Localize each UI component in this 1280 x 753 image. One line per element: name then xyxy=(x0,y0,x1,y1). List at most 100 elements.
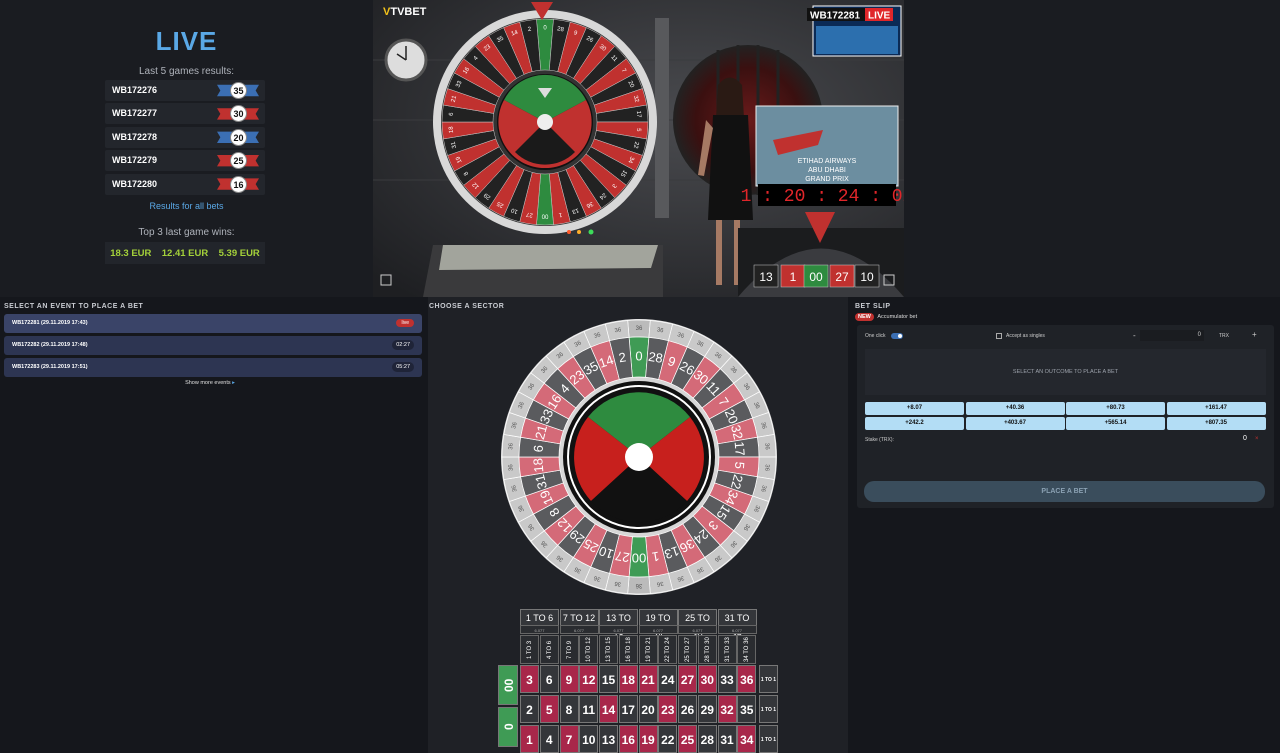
split-bet-cell[interactable]: 22 TO 24 xyxy=(658,635,678,664)
column-bet-cell[interactable]: 1 TO 1 xyxy=(759,665,778,693)
event-row[interactable]: WB172282 (29.11.2019 17:48) 02:27 xyxy=(4,336,422,355)
results-all-bets-link[interactable]: Results for all bets xyxy=(0,201,373,211)
split-bet-cell[interactable]: 25 TO 27 xyxy=(678,635,697,664)
show-more-events-link[interactable]: Show more events ▸ xyxy=(0,380,420,386)
quick-stake-button[interactable]: +80.73 xyxy=(1066,402,1165,415)
quick-stake-button[interactable]: +161.47 xyxy=(1166,402,1266,415)
quick-stake-button[interactable]: +40.36 xyxy=(965,402,1065,415)
quick-stake-button[interactable]: +565.14 xyxy=(1066,416,1165,430)
betslip-title: BET SLIP xyxy=(855,303,891,310)
dozen-odds-label: 6.077 xyxy=(638,625,678,634)
number-bet-cell[interactable]: 14 xyxy=(599,695,618,723)
plus-button[interactable]: + xyxy=(1252,330,1257,339)
number-bet-cell[interactable]: 3 xyxy=(520,665,539,693)
number-bet-cell[interactable]: 28 xyxy=(697,725,717,753)
split-bet-cell[interactable]: 16 TO 18 xyxy=(618,635,638,664)
number-bet-cell[interactable]: 15 xyxy=(599,665,618,693)
split-bet-cell[interactable]: 28 TO 30 xyxy=(697,635,717,664)
win-amount: 5.39 EUR xyxy=(218,247,260,259)
sector-number-label: 00 xyxy=(632,551,646,566)
number-bet-cell[interactable]: 33 xyxy=(717,665,737,693)
sector-odds-label: 36 xyxy=(508,442,515,450)
number-bet-cell[interactable]: 17 xyxy=(618,695,638,723)
number-bet-cell[interactable]: 26 xyxy=(678,695,697,723)
zero-bet-cell[interactable]: 0 xyxy=(498,707,518,747)
number-bet-cell[interactable]: 9 xyxy=(559,665,579,693)
split-bet-cell[interactable]: 34 TO 36 xyxy=(737,635,757,664)
close-icon[interactable]: × xyxy=(1255,436,1259,442)
number-bet-cell[interactable]: 20 xyxy=(638,695,658,723)
dozen-bet-cell[interactable]: 7 TO 12 xyxy=(559,609,599,626)
number-bet-cell[interactable]: 34 xyxy=(737,725,757,753)
number-bet-cell[interactable]: 13 xyxy=(599,725,618,753)
sector-panel: CHOOSE A SECTOR 36 36 36 36 36 36 36 36 36 36 36 36… xyxy=(428,297,848,753)
number-bet-cell[interactable]: 23 xyxy=(658,695,678,723)
quick-stake-button[interactable]: +403.67 xyxy=(965,416,1065,430)
split-bet-cell[interactable]: 13 TO 15 xyxy=(599,635,618,664)
event-row[interactable]: WB172283 (29.11.2019 17:51) 05:27 xyxy=(4,358,422,377)
split-bet-cell[interactable]: 7 TO 9 xyxy=(559,635,579,664)
number-bet-cell[interactable]: 4 xyxy=(539,725,559,753)
tvbet-logo: VTVBET xyxy=(383,6,426,18)
number-bet-cell[interactable]: 16 xyxy=(618,725,638,753)
result-game-id: WB172279 xyxy=(112,155,158,166)
quick-stake-button[interactable]: +242.2 xyxy=(865,416,964,430)
svg-text:WB172281: WB172281 xyxy=(810,11,860,22)
minus-button[interactable]: - xyxy=(1133,331,1136,340)
closeup-number: 00 xyxy=(809,270,823,284)
split-bet-cell[interactable]: 4 TO 6 xyxy=(539,635,559,664)
svg-text:LIVE: LIVE xyxy=(868,11,891,22)
split-bet-cell[interactable]: 10 TO 12 xyxy=(579,635,599,664)
number-bet-cell[interactable]: 35 xyxy=(737,695,757,723)
number-bet-cell[interactable]: 12 xyxy=(579,665,599,693)
quick-stake-button[interactable]: +807.35 xyxy=(1166,416,1266,430)
number-bet-cell[interactable]: 21 xyxy=(638,665,658,693)
place-bet-button[interactable]: PLACE A BET xyxy=(864,481,1265,502)
number-bet-cell[interactable]: 8 xyxy=(559,695,579,723)
number-bet-cell[interactable]: 31 xyxy=(717,725,737,753)
result-row: WB172279 25 xyxy=(105,150,265,172)
live-video-stream[interactable]: 0 28 9 26 30 11 7 20 32 17 5 22 34 15 3 24 36 13 1 00 27 10 25… xyxy=(373,0,904,297)
number-bet-cell[interactable]: 5 xyxy=(539,695,559,723)
dozen-bet-cell[interactable]: 19 TO 24 xyxy=(638,609,678,640)
dozen-bet-cell[interactable]: 25 TO 30 xyxy=(678,609,717,640)
closeup-number: 10 xyxy=(860,270,874,284)
number-bet-cell[interactable]: 1 xyxy=(520,725,539,753)
split-bet-cell[interactable]: 1 TO 3 xyxy=(520,635,539,664)
accept-singles-checkbox[interactable] xyxy=(996,333,1002,339)
column-bet-cell[interactable]: 1 TO 1 xyxy=(759,725,778,753)
dozen-bet-cell[interactable]: 31 TO 36 xyxy=(717,609,757,640)
one-click-toggle[interactable] xyxy=(891,333,903,339)
split-bet-cell[interactable]: 31 TO 33 xyxy=(717,635,737,664)
number-bet-cell[interactable]: 22 xyxy=(658,725,678,753)
quick-stake-button[interactable]: +8.07 xyxy=(865,402,964,415)
number-bet-cell[interactable]: 10 xyxy=(579,725,599,753)
number-bet-cell[interactable]: 2 xyxy=(520,695,539,723)
number-bet-cell[interactable]: 30 xyxy=(697,665,717,693)
number-bet-cell[interactable]: 29 xyxy=(697,695,717,723)
event-name: WB172281 (29.11.2019 17:43) xyxy=(12,320,88,326)
dozen-bet-cell[interactable]: 1 TO 6 xyxy=(520,609,559,626)
dozen-odds-label: 6.077 xyxy=(678,625,717,634)
accumulator-label: Accumulator bet xyxy=(877,314,918,320)
wheel-number: 18 xyxy=(449,125,456,133)
number-bet-cell[interactable]: 25 xyxy=(678,725,697,753)
event-row[interactable]: WB172281 (29.11.2019 17:43) live xyxy=(4,314,422,333)
number-bet-cell[interactable]: 27 xyxy=(678,665,697,693)
zero-bet-cell[interactable]: 00 xyxy=(498,665,518,705)
number-bet-cell[interactable]: 6 xyxy=(539,665,559,693)
number-bet-cell[interactable]: 32 xyxy=(717,695,737,723)
split-bet-cell[interactable]: 19 TO 21 xyxy=(638,635,658,664)
top-wins-row: 18.3 EUR 12.41 EUR 5.39 EUR xyxy=(105,242,265,264)
number-bet-cell[interactable]: 11 xyxy=(579,695,599,723)
dozen-bet-cell[interactable]: 13 TO 18 xyxy=(599,609,638,640)
sector-wheel[interactable]: 36 36363636363636363636363636363636363636… xyxy=(499,317,779,597)
number-bet-cell[interactable]: 18 xyxy=(618,665,638,693)
column-bet-cell[interactable]: 1 TO 1 xyxy=(759,695,778,723)
stake-input[interactable]: 0 xyxy=(1140,330,1204,341)
number-bet-cell[interactable]: 24 xyxy=(658,665,678,693)
number-bet-cell[interactable]: 7 xyxy=(559,725,579,753)
result-row: WB172276 35 xyxy=(105,80,265,101)
number-bet-cell[interactable]: 19 xyxy=(638,725,658,753)
number-bet-cell[interactable]: 36 xyxy=(737,665,757,693)
